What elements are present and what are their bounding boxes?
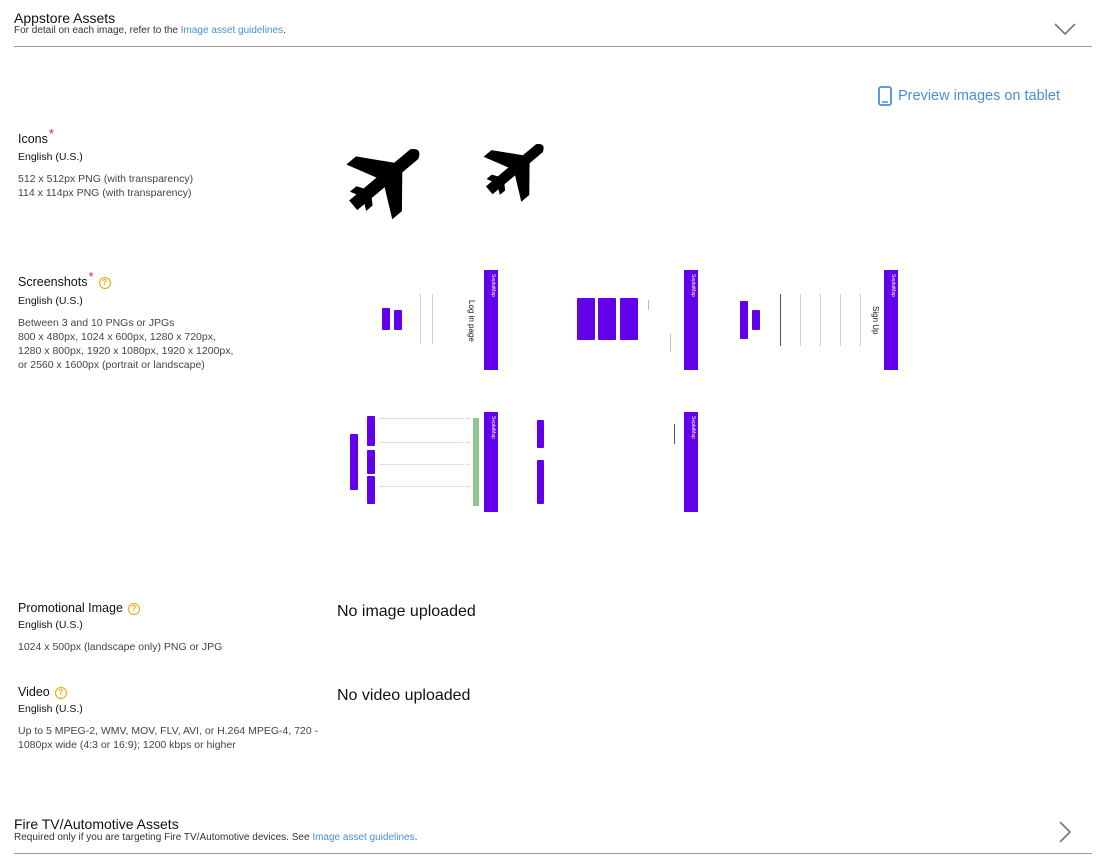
video-spec-line: 1080px wide (4:3 or 16:9); 1200 kbps or … — [18, 739, 236, 751]
image-guidelines-link[interactable]: Image asset guidelines — [181, 25, 283, 36]
subtitle-text: For detail on each image, refer to the — [14, 25, 181, 36]
preview-tablet-label: Preview images on tablet — [898, 88, 1060, 104]
chevron-down-icon[interactable] — [1053, 22, 1077, 36]
thumb-button — [367, 476, 375, 504]
screenshots-label: Screenshots — [18, 275, 88, 289]
list-row-line — [380, 486, 470, 487]
page-title: Log in page — [467, 300, 476, 342]
icons-spec-line: 512 x 512px PNG (with transparency) — [18, 173, 194, 185]
section-subtitle-appstore: For detail on each image, refer to the I… — [14, 25, 286, 36]
screenshots-spec-line: Between 3 and 10 PNGs or JPGs — [18, 317, 175, 329]
thumb-button — [367, 450, 375, 474]
promo-locale: English (U.S.) — [18, 619, 83, 631]
thumb-text — [670, 334, 671, 352]
subtitle-text: Required only if you are targeting Fire … — [14, 832, 313, 843]
app-name: SeptaMap — [490, 274, 496, 297]
thumb-button — [382, 308, 390, 330]
screenshot-thumb-signup[interactable]: SeptaMap Sign Up — [740, 270, 898, 370]
video-status: No video uploaded — [337, 687, 471, 704]
thumb-button — [537, 460, 544, 504]
input-line — [432, 294, 433, 344]
section-title-appstore: Appstore Assets — [14, 10, 116, 26]
section-title-firetv: Fire TV/Automotive Assets — [14, 816, 179, 832]
promo-spec: 1024 x 500px (landscape only) PNG or JPG — [18, 641, 223, 653]
thumb-button — [752, 310, 760, 330]
page-title: Sign Up — [871, 306, 880, 335]
subtitle-suffix: . — [283, 25, 286, 36]
thumb-button — [598, 298, 616, 340]
video-label-row: Video? — [18, 683, 67, 701]
app-name: SeptaMap — [690, 274, 696, 297]
airplane-icon-114[interactable] — [475, 130, 559, 204]
required-mark: * — [48, 126, 54, 141]
icons-label: Icons — [18, 132, 48, 146]
help-icon[interactable]: ? — [98, 277, 111, 289]
promo-label: Promotional Image — [18, 601, 123, 615]
screenshots-spec-line: or 2560 x 1600px (portrait or landscape) — [18, 359, 205, 371]
input-line — [860, 294, 861, 346]
promo-status: No image uploaded — [337, 603, 476, 620]
input-line — [780, 294, 781, 346]
app-name: SeptaMap — [690, 416, 696, 439]
list-highlight — [473, 418, 479, 506]
thumb-button — [740, 301, 748, 339]
required-mark: * — [88, 269, 94, 284]
input-line — [840, 294, 841, 346]
screenshots-label-row: Screenshots*? — [18, 269, 111, 291]
input-line — [820, 294, 821, 346]
thumb-button — [537, 420, 544, 448]
video-locale: English (U.S.) — [18, 703, 83, 715]
screenshot-thumb-menu[interactable]: SeptaMap — [540, 270, 698, 370]
list-row-line — [380, 464, 470, 465]
help-icon[interactable]: ? — [54, 687, 67, 699]
thumb-text — [674, 424, 675, 444]
screenshots-spec-line: 1280 x 800px, 1920 x 1080px, 1920 x 1200… — [18, 345, 234, 357]
thumb-button — [367, 416, 375, 446]
icons-specs: 512 x 512px PNG (with transparency) 114 … — [18, 172, 193, 200]
thumb-button — [620, 298, 638, 340]
icons-label-row: Icons* — [18, 126, 54, 148]
list-row-line — [380, 442, 470, 443]
list-row-line — [380, 418, 470, 419]
thumb-button — [350, 434, 358, 490]
preview-tablet-link[interactable]: Preview images on tablet — [878, 86, 1060, 106]
input-line — [800, 294, 801, 346]
section-divider — [14, 46, 1092, 47]
video-spec-line: Up to 5 MPEG-2, WMV, MOV, FLV, AVI, or H… — [18, 725, 319, 737]
thumb-button — [394, 310, 402, 330]
help-icon[interactable]: ? — [127, 603, 140, 615]
video-label: Video — [18, 685, 50, 699]
app-name: SeptaMap — [490, 416, 496, 439]
screenshot-thumb-login[interactable]: SeptaMap Log in page — [340, 270, 498, 370]
screenshot-thumb-list[interactable]: SeptaMap — [340, 412, 498, 512]
screenshots-spec-line: 800 x 480px, 1024 x 600px, 1280 x 720px, — [18, 331, 216, 343]
icons-spec-line: 114 x 114px PNG (with transparency) — [18, 187, 192, 199]
tablet-icon — [878, 86, 892, 106]
icons-locale: English (U.S.) — [18, 151, 83, 163]
chevron-right-icon[interactable] — [1058, 820, 1072, 844]
section-subtitle-firetv: Required only if you are targeting Fire … — [14, 832, 417, 843]
section-divider — [14, 853, 1092, 854]
image-guidelines-link[interactable]: Image asset guidelines — [312, 832, 414, 843]
app-name: SeptaMap — [890, 274, 896, 297]
input-line — [420, 294, 421, 344]
video-specs: Up to 5 MPEG-2, WMV, MOV, FLV, AVI, or H… — [18, 724, 318, 752]
thumb-text — [648, 300, 649, 310]
screenshots-locale: English (U.S.) — [18, 295, 83, 307]
subtitle-suffix: . — [414, 832, 418, 843]
airplane-icon-512[interactable] — [336, 132, 438, 222]
screenshots-specs: Between 3 and 10 PNGs or JPGs 800 x 480p… — [18, 316, 233, 372]
screenshot-thumb-detail[interactable]: SeptaMap — [537, 412, 698, 512]
promo-label-row: Promotional Image? — [18, 599, 140, 617]
thumb-button — [577, 298, 595, 340]
